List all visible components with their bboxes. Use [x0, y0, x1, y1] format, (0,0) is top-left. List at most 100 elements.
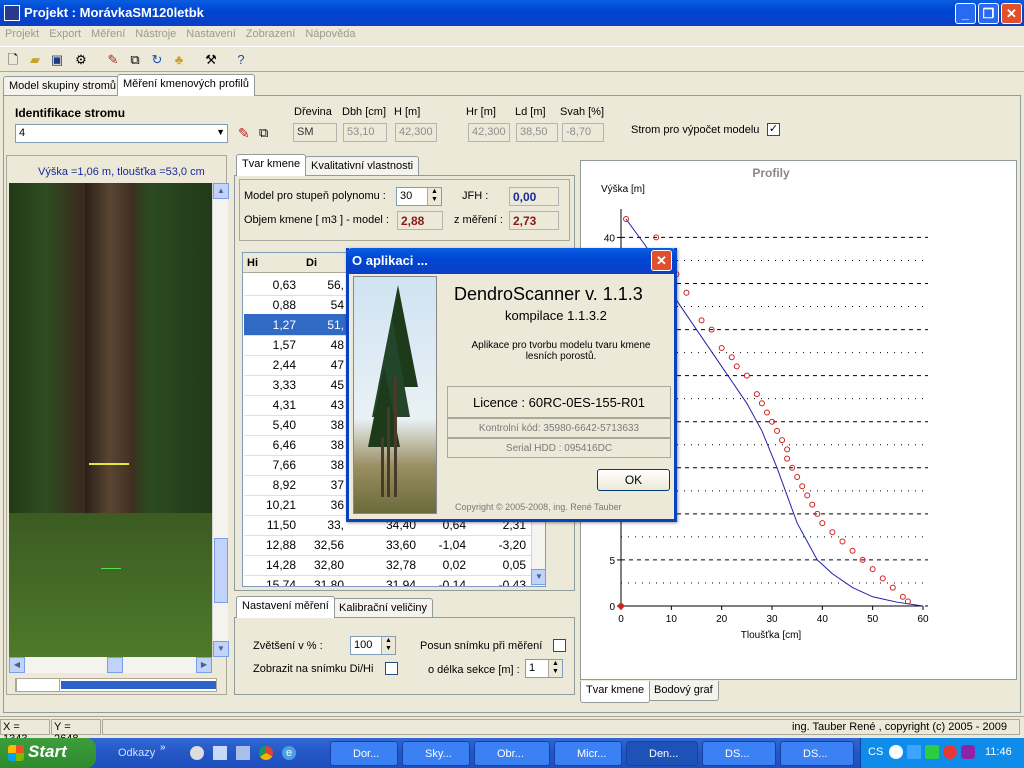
tray-network-icon[interactable] — [907, 745, 921, 759]
dialog-close-button[interactable]: ✕ — [651, 250, 672, 271]
spin-arrows-icon[interactable]: ▲ ▼ — [548, 660, 562, 677]
table-cell: 31,80 — [313, 578, 344, 587]
refresh-icon[interactable]: ↻ — [148, 51, 166, 69]
scroll-left-icon[interactable]: ◀ — [9, 657, 25, 673]
scroll-down-icon[interactable]: ▼ — [531, 569, 545, 585]
task-5[interactable]: Den... — [626, 741, 698, 766]
tray-back-icon[interactable] — [889, 745, 903, 759]
tray-app-icon[interactable] — [961, 745, 975, 759]
polynom-spinner[interactable]: 30 ▲ ▼ — [396, 187, 442, 206]
task-7[interactable]: DS... — [780, 741, 854, 766]
objem-mereni-field[interactable]: 2,73 — [509, 211, 559, 230]
table-cell: 38 — [330, 418, 344, 432]
tree-photo[interactable] — [9, 183, 212, 657]
ok-button[interactable]: OK — [597, 469, 670, 491]
photo-hscroll[interactable]: ◀ ▶ — [9, 657, 212, 673]
zvetseni-spinner[interactable]: 100 ▲ ▼ — [350, 636, 396, 655]
tab-chart-bodovy[interactable]: Bodový graf — [648, 681, 719, 701]
h-field[interactable]: 42,300 — [395, 123, 437, 142]
table-cell: 0,88 — [272, 298, 296, 312]
quicklaunch-chrome-icon[interactable] — [259, 746, 273, 760]
tab-kalibracni[interactable]: Kalibrační veličiny — [333, 598, 434, 618]
help-icon[interactable]: ? — [232, 51, 250, 69]
table-cell: -0,43 — [498, 578, 526, 587]
zobrazit-checkbox[interactable] — [385, 662, 398, 675]
scroll-thumb[interactable] — [214, 538, 228, 603]
tab-nastaveni-mereni[interactable]: Nastavení měření — [236, 596, 335, 618]
tab-model-skupiny[interactable]: Model skupiny stromů — [3, 76, 122, 96]
tree-icon[interactable]: ♣ — [170, 51, 188, 69]
photo-header: Výška =1,06 m, tloušťka =53,0 cm — [38, 166, 205, 178]
y-axis-label: Výška [m] — [601, 184, 645, 195]
chevron-right-icon[interactable]: » — [160, 742, 166, 753]
quicklaunch-media-icon[interactable] — [190, 746, 204, 760]
menu-mereni[interactable]: Měření — [86, 26, 130, 42]
new-file-icon[interactable]: 🗋 — [4, 51, 22, 69]
task-6[interactable]: DS... — [702, 741, 776, 766]
model-tree-checkbox[interactable]: ✓ — [767, 123, 780, 136]
tray-shield-icon[interactable] — [925, 745, 939, 759]
quicklaunch-mail-icon[interactable] — [213, 746, 227, 760]
task-1[interactable]: Dor... — [330, 741, 398, 766]
ld-field[interactable]: 38,50 — [516, 123, 558, 142]
quicklaunch-desktop-icon[interactable] — [236, 746, 250, 760]
menu-nastroje[interactable]: Nástroje — [130, 26, 181, 42]
copy-icon[interactable]: ⧉ — [126, 51, 144, 69]
menu-projekt[interactable]: Projekt — [0, 26, 44, 42]
tray-security-icon[interactable] — [943, 745, 957, 759]
task-4[interactable]: Micr... — [554, 741, 622, 766]
close-button[interactable]: ✕ — [1001, 3, 1022, 24]
open-folder-icon[interactable]: ▰ — [26, 51, 44, 69]
about-dialog: DendroScanner v. 1.1.3 kompilace 1.1.3.2… — [346, 248, 677, 522]
tab-mereni-profilu[interactable]: Měření kmenových profilů — [117, 74, 255, 96]
posun-checkbox[interactable] — [553, 639, 566, 652]
drevina-field[interactable]: SM — [293, 123, 337, 142]
maximize-button[interactable]: ❐ — [978, 3, 999, 24]
task-3[interactable]: Obr... — [474, 741, 550, 766]
menu-zobrazeni[interactable]: Zobrazení — [241, 26, 301, 42]
links-label[interactable]: Odkazy — [118, 747, 155, 759]
table-cell: 3,33 — [272, 378, 296, 392]
table-row[interactable]: 12,88 32,56 33,60 -1,04 -3,20 — [244, 534, 534, 556]
measure-icon[interactable]: ✎ — [104, 51, 122, 69]
jfh-field[interactable]: 0,00 — [509, 187, 559, 206]
copy-tree-icon[interactable]: ⧉ — [259, 125, 268, 141]
data-point — [784, 446, 791, 453]
menu-nastaveni[interactable]: Nastavení — [181, 26, 241, 42]
tab-kvalitativni[interactable]: Kvalitativní vlastnosti — [305, 156, 420, 176]
objem-model-field[interactable]: 2,88 — [397, 211, 443, 230]
hr-field[interactable]: 42,300 — [468, 123, 510, 142]
zoom-slider[interactable] — [15, 678, 217, 692]
table-row[interactable]: 14,28 32,80 32,78 0,02 0,05 — [244, 554, 534, 576]
table-cell: 32,56 — [313, 538, 344, 552]
table-cell: 54 — [330, 298, 344, 312]
spin-arrows-icon[interactable]: ▲ ▼ — [381, 637, 395, 654]
tab-tvar-kmene[interactable]: Tvar kmene — [236, 154, 307, 176]
data-point — [784, 455, 791, 462]
tree-id-select[interactable]: 4 ▼ — [15, 124, 228, 143]
delka-spinner[interactable]: 1 ▲ ▼ — [525, 659, 563, 678]
scroll-right-icon[interactable]: ▶ — [196, 657, 212, 673]
hscroll-thumb[interactable] — [107, 657, 123, 673]
zoom-slider-handle[interactable] — [16, 678, 60, 692]
scroll-up-icon[interactable]: ▲ — [213, 183, 229, 199]
tool-icon[interactable]: ⚒ — [202, 51, 220, 69]
photo-vscroll[interactable]: ▲ ▼ — [212, 183, 229, 657]
tab-chart-tvar[interactable]: Tvar kmene — [580, 681, 651, 703]
dbh-field[interactable]: 53,10 — [343, 123, 387, 142]
save-icon[interactable]: ▣ — [48, 51, 66, 69]
language-indicator[interactable]: CS — [868, 746, 883, 758]
minimize-button[interactable]: _ — [955, 3, 976, 24]
start-button[interactable]: Start — [0, 738, 96, 768]
menu-export[interactable]: Export — [44, 26, 86, 42]
table-cell: 51, — [327, 318, 344, 332]
table-row[interactable]: 15,74 31,80 31,94 -0,14 -0,43 — [244, 574, 534, 587]
spin-arrows-icon[interactable]: ▲ ▼ — [427, 188, 441, 205]
task-2[interactable]: Sky... — [402, 741, 470, 766]
quicklaunch-ie-icon[interactable]: e — [282, 746, 296, 760]
properties-icon[interactable]: ⚙ — [72, 51, 90, 69]
menu-napoveda[interactable]: Nápověda — [300, 26, 360, 42]
svah-field[interactable]: -8,70 — [562, 123, 604, 142]
measure-tree-icon[interactable]: ✎ — [238, 125, 250, 142]
scroll-down-icon[interactable]: ▼ — [213, 641, 229, 657]
